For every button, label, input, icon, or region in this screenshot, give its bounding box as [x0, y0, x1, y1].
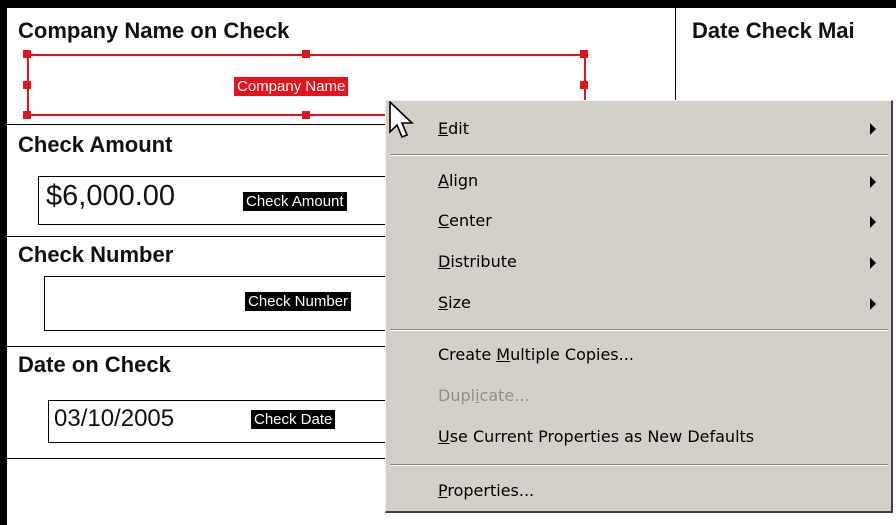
section-divider — [7, 124, 387, 125]
menu-separator — [390, 464, 888, 466]
submenu-arrow-icon — [870, 176, 876, 188]
resize-handle-ne[interactable] — [580, 50, 588, 58]
menu-item-create-multiple-copies[interactable]: Create Multiple Copies... — [438, 345, 634, 364]
date-check-mailed-heading: Date Check Mai — [692, 18, 855, 43]
check-date-value: 03/10/2005 — [54, 405, 175, 432]
resize-handle-sw[interactable] — [23, 111, 31, 119]
section-divider — [7, 346, 387, 347]
menu-item-duplicate: Duplicate... — [438, 386, 530, 405]
check-amount-heading: Check Amount — [18, 132, 173, 157]
menu-item-size[interactable]: Size — [438, 293, 471, 312]
menu-item-distribute[interactable]: Distribute — [438, 252, 517, 271]
check-amount-field-tag: Check Amount — [243, 192, 347, 211]
canvas-left-border — [0, 0, 7, 525]
company-name-field-tag: Company Name — [234, 77, 349, 96]
resize-handle-nw[interactable] — [23, 50, 31, 58]
menu-separator — [390, 329, 888, 331]
submenu-arrow-icon — [870, 257, 876, 269]
submenu-arrow-icon — [870, 216, 876, 228]
check-amount-value: $6,000.00 — [46, 180, 176, 212]
check-number-field-tag: Check Number — [245, 292, 352, 311]
menu-item-properties[interactable]: Properties... — [438, 481, 534, 500]
menu-separator — [390, 154, 888, 156]
resize-handle-s[interactable] — [302, 111, 310, 119]
section-divider — [7, 236, 387, 237]
column-divider — [675, 8, 676, 103]
date-on-check-heading: Date on Check — [18, 352, 171, 377]
resize-handle-w[interactable] — [23, 81, 31, 89]
submenu-arrow-icon — [870, 298, 876, 310]
menu-item-use-current-properties-as-defaults[interactable]: Use Current Properties as New Defaults — [438, 427, 754, 446]
section-divider — [7, 458, 387, 459]
menu-item-align[interactable]: Align — [438, 171, 478, 190]
menu-item-edit[interactable]: Edit — [438, 119, 469, 138]
canvas-top-border — [0, 0, 896, 8]
context-menu: Edit Align Center Distribute Size Create… — [385, 100, 893, 513]
check-date-field-tag: Check Date — [251, 410, 336, 429]
check-number-heading: Check Number — [18, 242, 174, 267]
resize-handle-e[interactable] — [580, 81, 588, 89]
company-name-heading: Company Name on Check — [18, 18, 290, 43]
menu-item-center[interactable]: Center — [438, 211, 492, 230]
resize-handle-n[interactable] — [302, 50, 310, 58]
submenu-arrow-icon — [870, 123, 876, 135]
mouse-pointer-icon — [389, 101, 414, 139]
